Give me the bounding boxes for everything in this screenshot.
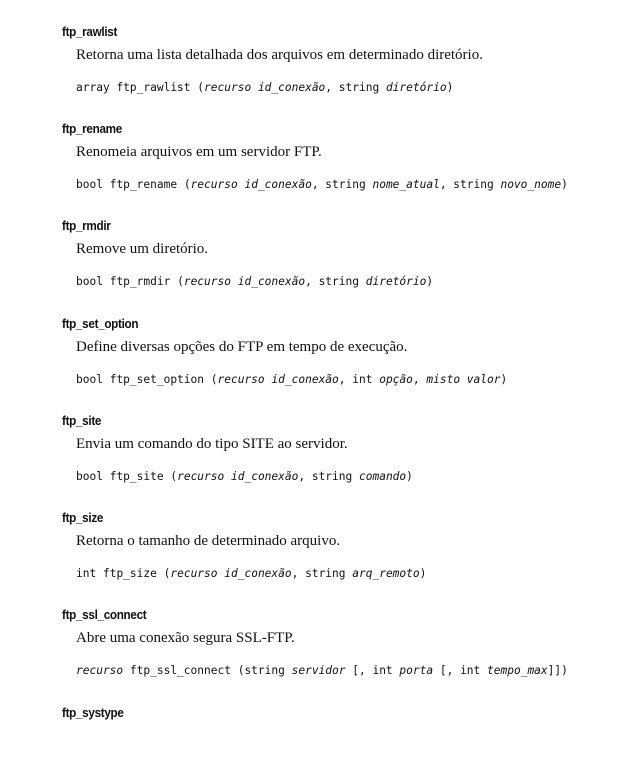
function-name: ftp_rawlist	[62, 24, 118, 39]
param-name: id_conexão	[231, 470, 299, 483]
return-type: int	[76, 567, 97, 580]
signature-separator: [, int	[439, 664, 481, 677]
function-name: ftp_systype	[62, 705, 124, 720]
signature-open-paren: (	[177, 275, 184, 288]
param-name: porta	[399, 664, 434, 677]
param-name: diretório	[385, 81, 447, 94]
function-name: ftp_rmdir	[62, 218, 111, 233]
signature-separator: ,	[412, 373, 420, 386]
param-name: servidor	[291, 664, 346, 677]
document-page: ftp_rawlist Retorna uma lista detalhada …	[0, 0, 644, 765]
param-name: misto valor	[426, 373, 501, 386]
signature-separator: , string	[291, 567, 346, 580]
signature-function-name: ftp_set_option	[109, 373, 204, 386]
signature-function-name: ftp_rmdir	[109, 275, 171, 288]
signature-function-name: ftp_rawlist	[116, 81, 191, 94]
signature-separator: , int	[338, 373, 373, 386]
signature-separator: [, int	[352, 664, 393, 677]
signature-close-paren: )	[561, 178, 568, 191]
function-description: Abre uma conexão segura SSL-FTP.	[76, 630, 295, 646]
param-type: recurso	[190, 178, 238, 191]
param-name: tempo_max	[487, 664, 548, 677]
return-type: recurso	[76, 664, 124, 677]
function-description: Define diversas opções do FTP em tempo d…	[76, 339, 408, 355]
param-name: id_conexão	[257, 81, 326, 94]
signature-separator: , string	[298, 470, 353, 483]
param-name: arq_remoto	[352, 567, 420, 580]
function-name: ftp_size	[62, 510, 104, 525]
param-name: comando	[359, 470, 407, 483]
signature-separator: , string	[439, 178, 494, 191]
param-type: recurso	[170, 567, 218, 580]
function-signature: int ftp_size (recurso id_conexão, string…	[76, 567, 426, 580]
signature-close-paren: ]])	[547, 664, 568, 677]
signature-function-name: ftp_site	[109, 470, 164, 483]
return-type: array	[76, 81, 110, 94]
function-signature: bool ftp_set_option (recurso id_conexão,…	[76, 373, 507, 386]
return-type: bool	[76, 178, 103, 191]
signature-close-paren: )	[500, 373, 508, 386]
signature-function-name: ftp_ssl_connect	[129, 664, 231, 677]
function-signature: recurso ftp_ssl_connect (string servidor…	[76, 664, 568, 677]
param-name: opção	[379, 373, 413, 386]
signature-separator: , string	[305, 275, 359, 288]
function-name: ftp_ssl_connect	[62, 607, 147, 622]
param-name: id_conexão	[271, 373, 339, 386]
param-type: recurso	[177, 470, 225, 483]
param-name: diretório	[365, 275, 427, 288]
param-type: recurso	[204, 81, 252, 94]
param-name: novo_nome	[500, 178, 562, 191]
function-name: ftp_site	[62, 413, 102, 428]
function-description: Envia um comando do tipo SITE ao servido…	[76, 436, 348, 452]
signature-close-paren: )	[426, 275, 434, 288]
param-type: recurso	[217, 373, 265, 386]
function-signature: bool ftp_site (recurso id_conexão, strin…	[76, 470, 413, 483]
signature-open-paren: (	[183, 178, 191, 191]
signature-separator: , string	[325, 81, 380, 94]
function-name: ftp_set_option	[62, 316, 139, 331]
return-type: bool	[76, 470, 103, 483]
param-type: recurso	[183, 275, 231, 288]
param-name: id_conexão	[224, 567, 292, 580]
function-name: ftp_rename	[62, 121, 122, 136]
signature-open-paren: (string	[237, 664, 285, 677]
param-name: nome_atual	[372, 178, 440, 191]
signature-close-paren: )	[419, 567, 427, 580]
signature-separator: , string	[311, 178, 366, 191]
function-description: Remove um diretório.	[76, 241, 209, 257]
signature-open-paren: (	[210, 373, 218, 386]
function-description: Renomeia arquivos em um servidor FTP.	[76, 144, 322, 160]
return-type: bool	[76, 275, 103, 288]
return-type: bool	[76, 373, 103, 386]
signature-close-paren: )	[406, 470, 413, 483]
param-name: id_conexão	[244, 178, 312, 191]
param-name: id_conexão	[237, 275, 306, 288]
function-signature: bool ftp_rename (recurso id_conexão, str…	[76, 178, 568, 191]
signature-function-name: ftp_rename	[109, 178, 178, 191]
function-signature: array ftp_rawlist (recurso id_conexão, s…	[76, 81, 453, 94]
function-description: Retorna o tamanho de determinado arquivo…	[76, 533, 341, 549]
signature-function-name: ftp_size	[102, 567, 157, 580]
function-description: Retorna uma lista detalhada dos arquivos…	[76, 47, 483, 63]
function-signature: bool ftp_rmdir (recurso id_conexão, stri…	[76, 275, 433, 288]
signature-close-paren: )	[446, 81, 454, 94]
